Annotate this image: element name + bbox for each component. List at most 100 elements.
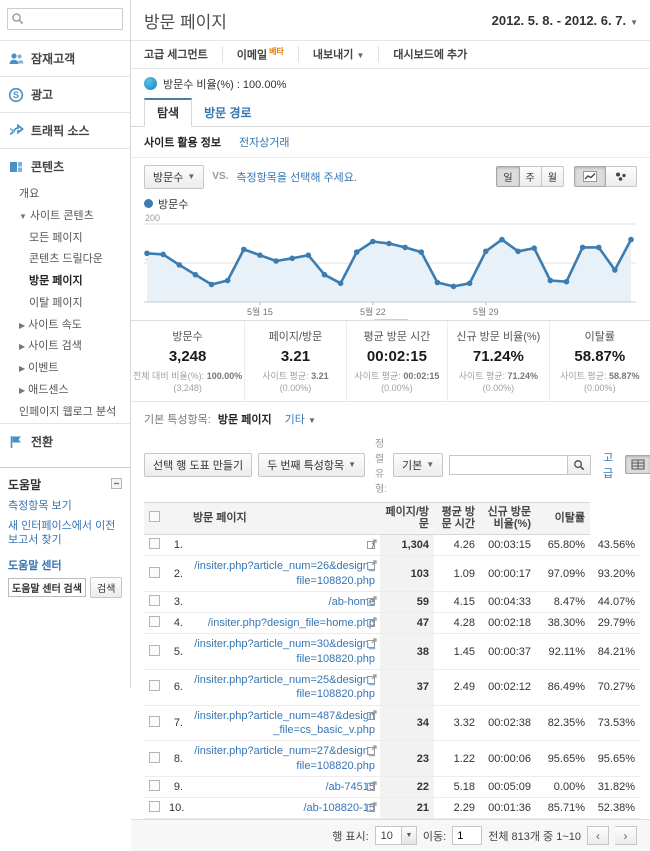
chart-point[interactable] — [209, 281, 215, 287]
chart-point[interactable] — [564, 279, 570, 285]
sidebar-section-advertising[interactable]: S광고 — [0, 76, 130, 112]
landing-page-link[interactable]: /insiter.php?design_file=home.php — [208, 617, 375, 629]
external-link-icon[interactable] — [367, 710, 377, 723]
row-checkbox[interactable] — [149, 716, 160, 727]
sidebar-section-content[interactable]: 콘텐츠 — [0, 148, 130, 184]
landing-page-link[interactable]: /insiter.php?article_num=26&design_file=… — [194, 560, 375, 586]
sidebar-section-audience[interactable]: 잠재고객 — [0, 40, 130, 76]
chart-point[interactable] — [548, 277, 554, 283]
sidebar-item-site-content[interactable]: ▼사이트 콘텐츠 — [0, 206, 130, 228]
date-range-selector[interactable]: 2012. 5. 8. - 2012. 6. 7.▼ — [492, 13, 638, 28]
chart-point[interactable] — [160, 251, 166, 257]
rows-per-page-select[interactable]: 10 ▼ — [375, 826, 417, 845]
other-dimension-dropdown[interactable]: 기타 ▼ — [285, 414, 316, 426]
chart-point[interactable] — [176, 262, 182, 268]
sidebar-item-site-search[interactable]: ▶사이트 검색 — [0, 336, 130, 358]
row-checkbox[interactable] — [149, 567, 160, 578]
sidebar-section-conversions[interactable]: 전환 — [0, 423, 130, 459]
external-link-icon[interactable] — [367, 781, 377, 794]
chart-point[interactable] — [257, 252, 263, 258]
table-search-button[interactable] — [567, 455, 591, 475]
row-checkbox[interactable] — [149, 595, 160, 606]
chart-point[interactable] — [225, 277, 231, 283]
landing-page-link[interactable]: /insiter.php?article_num=25&design_file=… — [194, 674, 375, 700]
sidebar-item-landing-pages[interactable]: 방문 페이지 — [0, 271, 130, 293]
granularity-month[interactable]: 월 — [542, 166, 564, 187]
tab-explorer[interactable]: 탐색 — [144, 98, 192, 127]
chart-point[interactable] — [612, 267, 618, 273]
row-checkbox[interactable] — [149, 645, 160, 656]
chart-point[interactable] — [322, 272, 328, 278]
sidebar-item-adsense[interactable]: ▶애드센스 — [0, 380, 130, 402]
chart-point[interactable] — [370, 238, 376, 244]
chart-point[interactable] — [483, 248, 489, 254]
table-header-col-avg-time[interactable]: 평균 방문 시간 — [434, 502, 480, 534]
chart-point[interactable] — [451, 283, 457, 289]
table-header-col-new-visit-pct[interactable]: 신규 방문 비율(%) — [480, 502, 536, 534]
help-link-0[interactable]: 측정항목 보기 — [8, 499, 122, 513]
table-header-col-bounce-rate[interactable]: 이탈률 — [536, 502, 590, 534]
chart-point[interactable] — [628, 236, 634, 242]
external-link-icon[interactable] — [367, 802, 377, 815]
granularity-day[interactable]: 일 — [496, 166, 519, 187]
chart-point[interactable] — [386, 240, 392, 246]
help-search-button[interactable]: 검색 — [90, 577, 122, 598]
chart-point[interactable] — [338, 280, 344, 286]
row-checkbox[interactable] — [149, 538, 160, 549]
table-search-input[interactable] — [449, 455, 567, 475]
collapse-icon[interactable] — [111, 478, 122, 492]
chart-point[interactable] — [467, 280, 473, 286]
external-link-icon[interactable] — [367, 617, 377, 630]
help-link-1[interactable]: 새 인터페이스에서 이전 보고서 찾기 — [8, 519, 122, 548]
help-search-input[interactable] — [8, 578, 86, 597]
chart-point[interactable] — [241, 246, 247, 252]
table-header-col-pages-per-visit[interactable]: 페이지/방문 — [380, 502, 434, 534]
external-link-icon[interactable] — [367, 539, 377, 552]
chart-point[interactable] — [144, 250, 150, 256]
next-page-button[interactable]: › — [615, 826, 637, 845]
metric-dropdown[interactable]: 방문수▼ — [144, 165, 204, 189]
advanced-segments-button[interactable]: 고급 세그먼트 — [144, 46, 222, 62]
chart-point[interactable] — [273, 258, 279, 264]
select-metric-link[interactable]: 측정항목을 선택해 주세요. — [236, 169, 357, 185]
row-checkbox[interactable] — [149, 752, 160, 763]
chart-point[interactable] — [402, 244, 408, 250]
sidebar-item-all-pages[interactable]: 모든 페이지 — [0, 228, 130, 250]
help-center-link[interactable]: 도움말 센터 — [8, 557, 122, 573]
chart-point[interactable] — [515, 248, 521, 254]
advanced-filter-link[interactable]: 고급 — [603, 449, 613, 481]
table-view-button[interactable] — [625, 455, 650, 474]
landing-page-link[interactable]: /insiter.php?article_num=487&design_file… — [194, 710, 375, 736]
chart-point[interactable] — [580, 244, 586, 250]
table-header-col-landing-page[interactable]: 방문 페이지 — [188, 502, 380, 534]
view-link-site-usage[interactable]: 사이트 활용 정보 — [144, 134, 221, 150]
external-link-icon[interactable] — [367, 745, 377, 758]
view-link-ecommerce[interactable]: 전자상거래 — [239, 134, 290, 150]
chart-point[interactable] — [193, 272, 199, 278]
chart-point[interactable] — [435, 279, 441, 285]
external-link-icon[interactable] — [367, 638, 377, 651]
secondary-dimension-button[interactable]: 두 번째 특성항목▼ — [258, 453, 365, 477]
landing-page-link[interactable]: /ab-108820-15 — [303, 802, 375, 814]
chart-point[interactable] — [596, 244, 602, 250]
sidebar-item-overview[interactable]: 개요 — [0, 184, 130, 206]
primary-dimension-selected[interactable]: 방문 페이지 — [218, 414, 272, 426]
motion-chart-button[interactable] — [606, 166, 637, 187]
goto-page-input[interactable] — [452, 826, 482, 845]
external-link-icon[interactable] — [367, 560, 377, 573]
row-checkbox[interactable] — [149, 801, 160, 812]
sidebar-item-events[interactable]: ▶이벤트 — [0, 358, 130, 380]
tab-entrance-paths[interactable]: 방문 경로 — [192, 100, 264, 126]
plot-rows-button[interactable]: 선택 행 도표 만들기 — [144, 453, 252, 477]
chart-point[interactable] — [306, 252, 312, 258]
chart-point[interactable] — [418, 249, 424, 255]
export-button[interactable]: 내보내기 ▼ — [298, 46, 378, 62]
add-to-dashboard-button[interactable]: 대시보드에 추가 — [378, 46, 481, 62]
sidebar-search-input[interactable] — [7, 8, 123, 30]
sidebar-item-exit-pages[interactable]: 이탈 페이지 — [0, 293, 130, 315]
chart-point[interactable] — [531, 245, 537, 251]
select-all-checkbox[interactable] — [149, 511, 160, 522]
granularity-week[interactable]: 주 — [520, 166, 542, 187]
external-link-icon[interactable] — [367, 596, 377, 609]
sort-type-dropdown[interactable]: 기본▼ — [393, 453, 443, 477]
